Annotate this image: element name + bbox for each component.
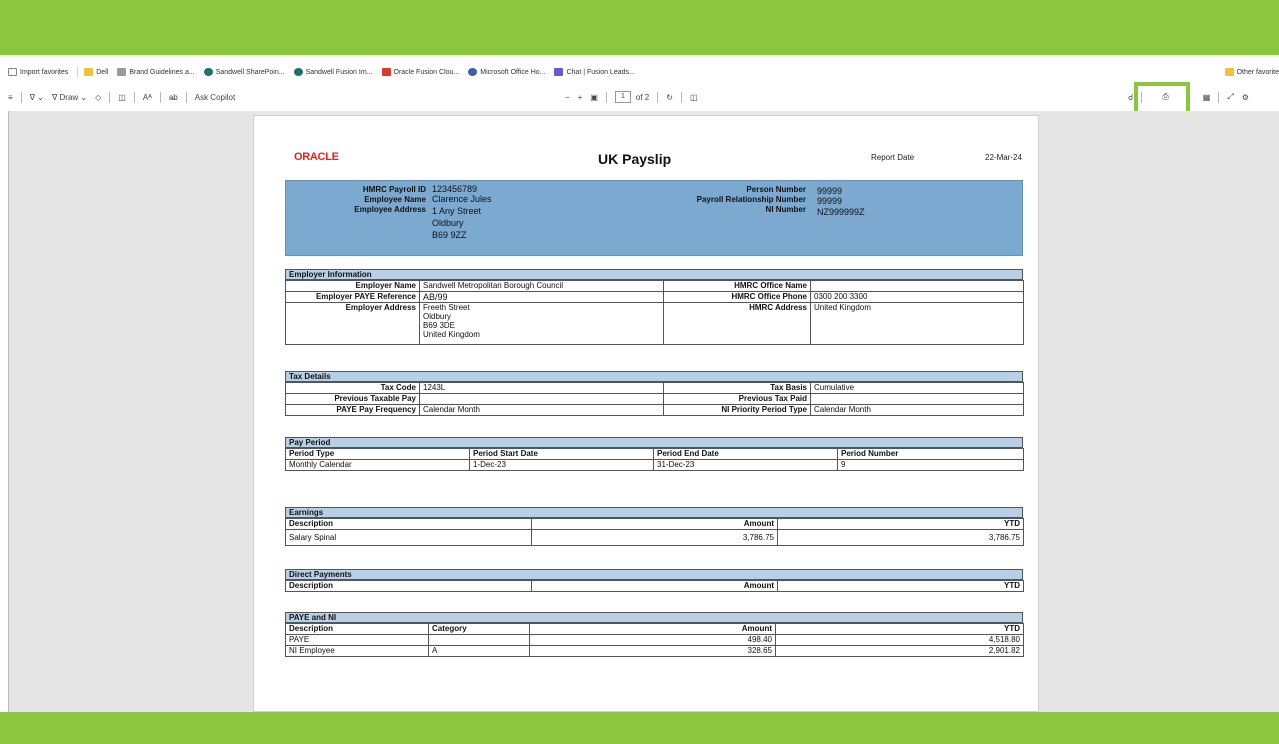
person-number-value: 99999: [817, 186, 843, 196]
earnings-section: Earnings Description Amount YTD Salary S…: [285, 507, 1024, 546]
section-title: PAYE and NI: [285, 612, 1023, 623]
favorite-import[interactable]: Import favorites: [8, 68, 68, 76]
section-title: Employer Information: [285, 269, 1023, 280]
table-row: PAYE 498.40 4,518.80: [285, 634, 1024, 646]
payroll-relationship-label: Payroll Relationship Number: [696, 195, 806, 204]
table-row: Employer PAYE Reference AB/99 HMRC Offic…: [285, 291, 1024, 303]
earnings-table: Description Amount YTD Salary Spinal 3,7…: [285, 518, 1024, 546]
page-view-icon[interactable]: ◫: [118, 93, 126, 102]
top-banner: [0, 0, 1279, 55]
payroll-relationship-value: 99999: [817, 196, 843, 206]
folder-icon: [1224, 68, 1234, 76]
report-date-value: 22-Mar-24: [985, 153, 1022, 162]
draw-button[interactable]: ∇ Draw ⌄: [52, 93, 87, 102]
oracle-logo: ORACLE: [294, 151, 339, 163]
employee-address-line3: B69 9ZZ: [432, 230, 467, 240]
eraser-icon[interactable]: ◇: [95, 93, 101, 102]
table-header-row: Description Category Amount YTD: [285, 623, 1024, 635]
table-row: Monthly Calendar 1-Dec-23 31-Dec-23 9: [285, 459, 1024, 471]
report-date-label: Report Date: [871, 153, 915, 162]
table-row: Employer Address Freeth Street Oldbury B…: [285, 302, 1024, 345]
section-title: Direct Payments: [285, 569, 1023, 580]
page-total: of 2: [635, 92, 650, 102]
payroll-id-label: HMRC Payroll ID: [362, 185, 426, 194]
highlight-icon[interactable]: ∇ ⌄: [30, 93, 44, 102]
paye-ni-table: Description Category Amount YTD PAYE 498…: [285, 623, 1024, 657]
table-header-row: Description Amount YTD: [285, 518, 1024, 530]
table-row: Salary Spinal 3,786.75 3,786.75: [285, 529, 1024, 546]
tax-table: Tax Code 1243L Tax Basis Cumulative Prev…: [285, 382, 1024, 416]
favorite-sharepoint[interactable]: Sandwell SharePoin...: [203, 68, 285, 76]
import-icon: [8, 68, 17, 76]
zoom-out-button[interactable]: −: [565, 93, 570, 102]
favorite-brand-guidelines[interactable]: Brand Guidelines a...: [117, 68, 195, 76]
favorites-bar: Import favorites Dell Brand Guidelines a…: [8, 62, 1279, 82]
employee-address-label: Employee Address: [354, 205, 426, 214]
employer-section: Employer Information Employer Name Sandw…: [285, 269, 1024, 345]
favorite-other[interactable]: Other favorite: [1224, 68, 1279, 76]
ask-copilot-button[interactable]: Ask Copilot: [195, 93, 235, 102]
pdf-page: ORACLE UK Payslip Report Date 22-Mar-24 …: [253, 115, 1039, 712]
table-row: Previous Taxable Pay Previous Tax Paid: [285, 393, 1024, 405]
two-page-icon[interactable]: ◫: [690, 93, 698, 102]
favorite-dell[interactable]: Dell: [84, 68, 108, 76]
fit-page-icon[interactable]: ▣: [590, 93, 598, 102]
page-number-input[interactable]: 1: [614, 91, 631, 103]
save-icon[interactable]: ▦: [1203, 93, 1211, 102]
fullscreen-icon[interactable]: ⤢: [1227, 92, 1233, 102]
oracle-icon: [381, 68, 391, 76]
contents-icon[interactable]: ≡: [8, 93, 13, 102]
draw-icon: ∇: [51, 92, 60, 102]
employer-table: Employer Name Sandwell Metropolitan Boro…: [285, 280, 1024, 345]
section-title: Pay Period: [285, 437, 1023, 448]
employee-name-label: Employee Name: [364, 195, 426, 204]
search-icon[interactable]: ☌: [1128, 93, 1133, 102]
rotate-icon[interactable]: ↻: [666, 93, 673, 102]
table-row: PAYE Pay Frequency Calendar Month NI Pri…: [285, 404, 1024, 416]
text-size-button[interactable]: Aᴬ: [143, 93, 152, 102]
pay-period-table: Period Type Period Start Date Period End…: [285, 448, 1024, 471]
payroll-id-value: 123456789: [432, 184, 478, 194]
page-title: UK Payslip: [598, 151, 672, 167]
zoom-in-button[interactable]: +: [578, 93, 583, 102]
favorite-fusion-im[interactable]: Sandwell Fusion Im...: [293, 68, 373, 76]
table-header-row: Period Type Period Start Date Period End…: [285, 448, 1024, 460]
office-icon: [468, 68, 478, 76]
employee-address-line1: 1 Any Street: [432, 206, 482, 216]
teams-icon: [554, 68, 564, 76]
settings-icon[interactable]: ⚙: [1242, 93, 1249, 102]
folder-icon: [84, 68, 94, 76]
section-title: Tax Details: [285, 371, 1023, 382]
employee-header: HMRC Payroll ID 123456789 Employee Name …: [285, 180, 1023, 256]
employee-address-line2: Oldbury: [432, 218, 464, 228]
ni-number-value: NZ999999Z: [817, 207, 865, 217]
table-header-row: Description Amount YTD: [285, 580, 1024, 592]
pdf-toolbar: ≡ ∇ ⌄ ∇ Draw ⌄ ◇ ◫ Aᴬ a̶b Ask Copilot − …: [8, 86, 1279, 108]
direct-payments-table: Description Amount YTD: [285, 580, 1024, 592]
sharepoint-icon: [293, 68, 303, 76]
tax-details-section: Tax Details Tax Code 1243L Tax Basis Cum…: [285, 371, 1024, 416]
brand-icon: [117, 68, 127, 76]
direct-payments-section: Direct Payments Description Amount YTD: [285, 569, 1024, 592]
read-aloud-button[interactable]: a̶b: [169, 93, 178, 102]
paye-ni-section: PAYE and NI Description Category Amount …: [285, 612, 1024, 657]
ni-number-label: NI Number: [765, 205, 806, 214]
pay-period-section: Pay Period Period Type Period Start Date…: [285, 437, 1024, 471]
favorite-office[interactable]: Microsoft Office Ho...: [468, 68, 545, 76]
table-row: Tax Code 1243L Tax Basis Cumulative: [285, 382, 1024, 394]
bottom-banner: [0, 712, 1279, 744]
table-row: NI Employee A 328.65 2,901.82: [285, 645, 1024, 657]
table-row: Employer Name Sandwell Metropolitan Boro…: [285, 280, 1024, 292]
favorite-oracle-fusion[interactable]: Oracle Fusion Clou...: [381, 68, 459, 76]
section-title: Earnings: [285, 507, 1023, 518]
person-number-label: Person Number: [746, 185, 806, 194]
sharepoint-icon: [203, 68, 213, 76]
favorite-chat[interactable]: Chat | Fusion Leads...: [554, 68, 635, 76]
employee-name-value: Clarence Jules: [432, 194, 492, 204]
